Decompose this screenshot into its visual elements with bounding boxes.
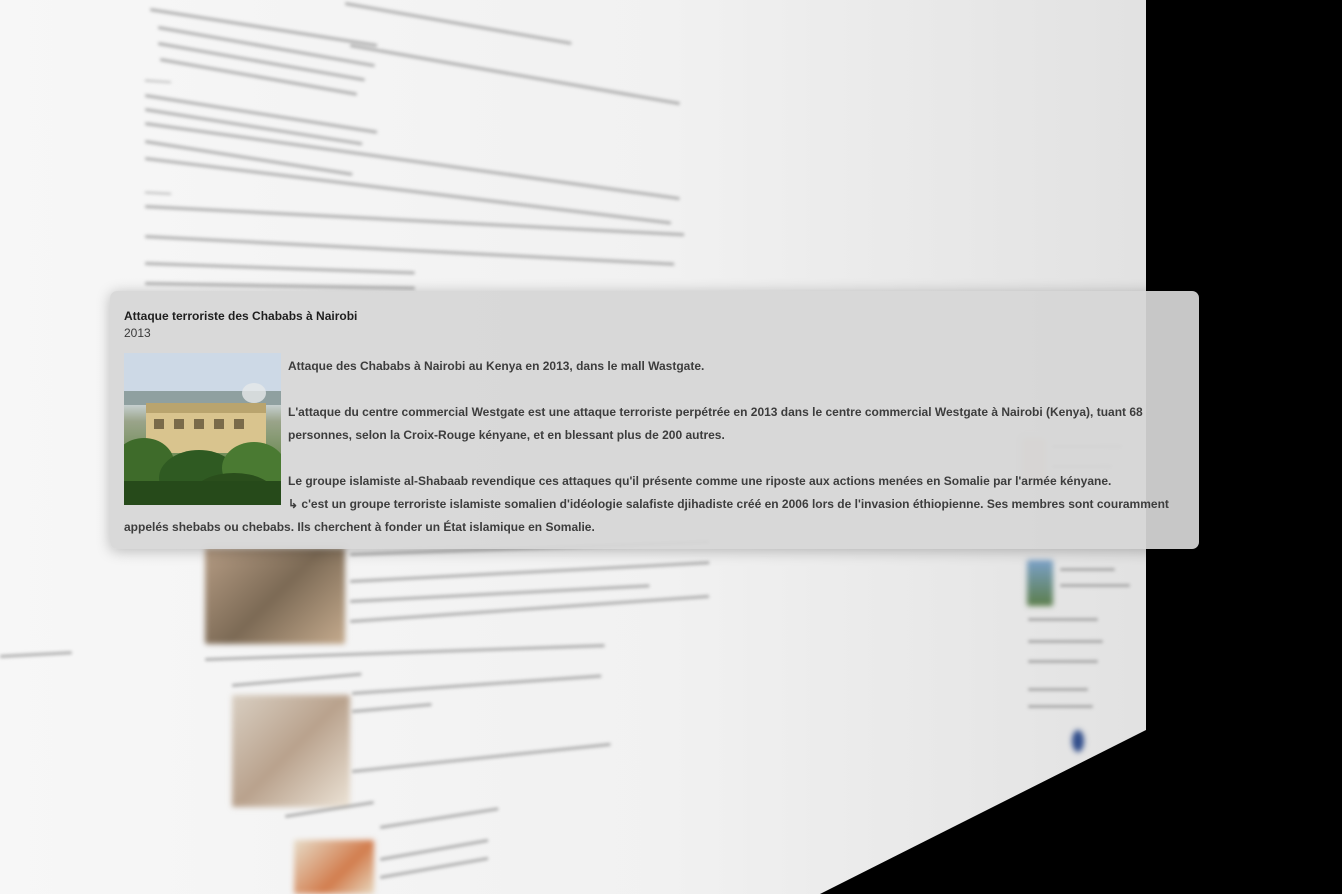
popup-description: Attaque des Chababs à Nairobi au Kenya e… (124, 355, 1186, 539)
popup-year: 2013 (124, 326, 151, 340)
popup-title: Attaque terroriste des Chababs à Nairobi (124, 309, 358, 323)
event-popup-card: Attaque terroriste des Chababs à Nairobi… (110, 291, 1199, 549)
